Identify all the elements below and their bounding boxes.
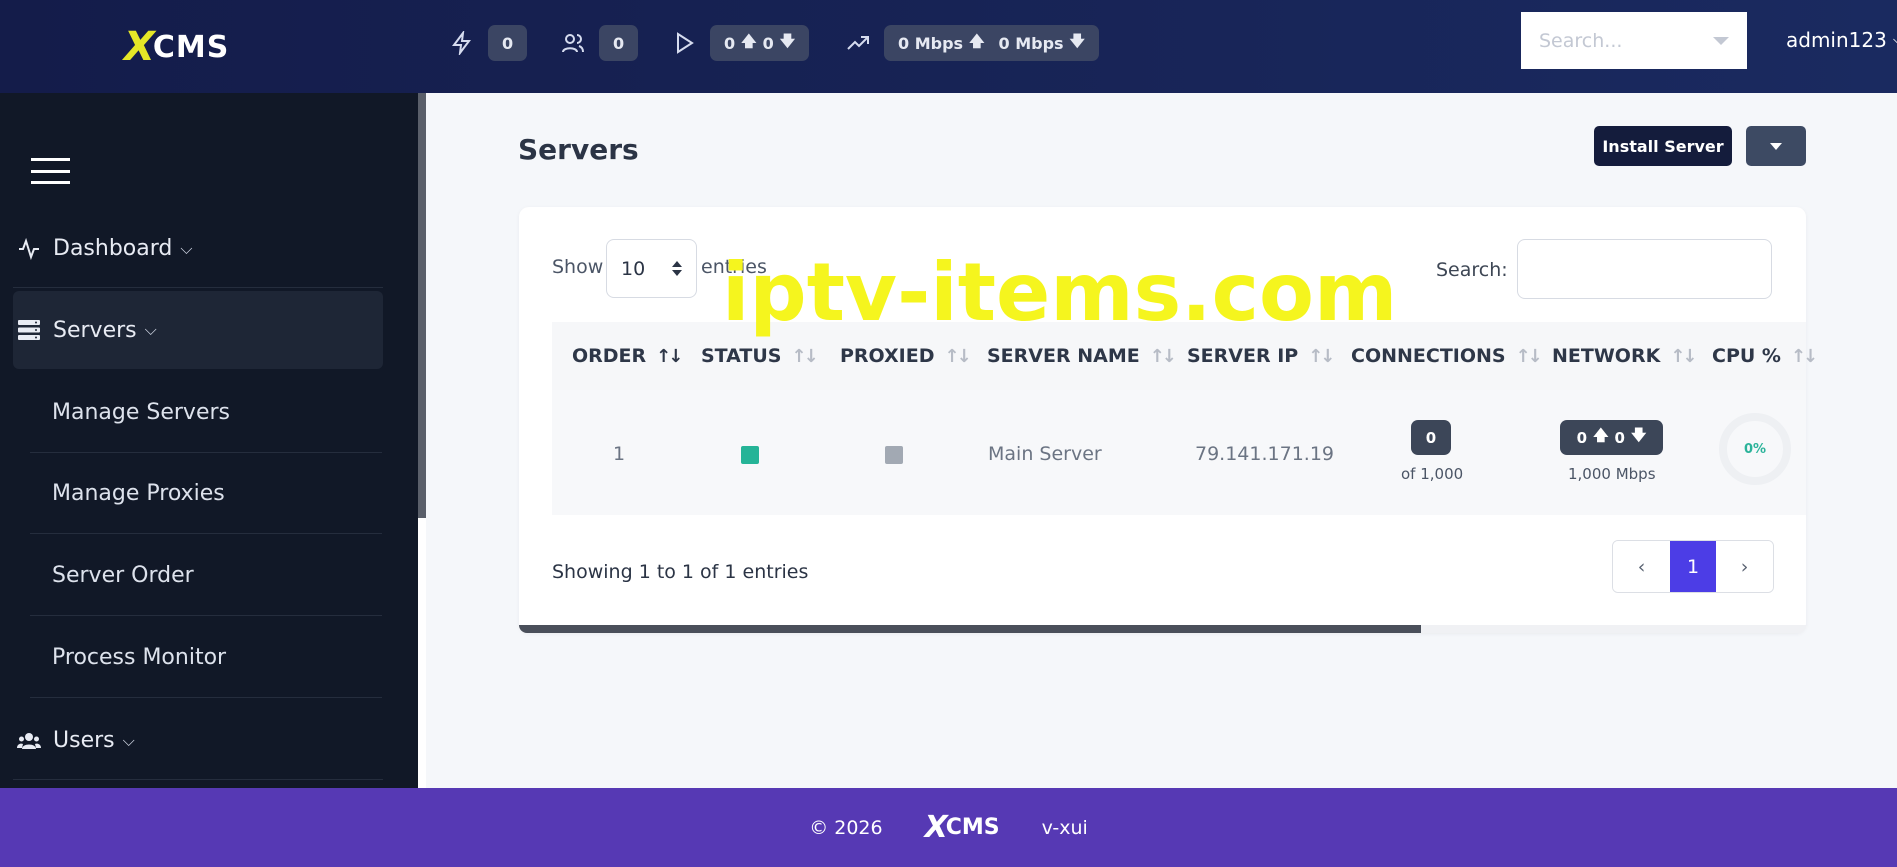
column-order[interactable]: ORDER ↑↓ [572,345,683,367]
play-icon [677,32,694,54]
cell-server-ip: 79.141.171.19 [1195,443,1335,465]
pagination-page-1[interactable]: 1 [1670,541,1716,592]
sort-icon: ↑↓ [1308,345,1335,367]
top-navbar: X CMS 0 0 0 🡅 0 🡇 0 Mbps 🡅 0 Mbps 🡇 Search..… [0,0,1897,93]
sort-icon: ↑↓ [1149,345,1177,367]
network-capacity: 1,000 Mbps [1568,465,1656,483]
sort-icon: ↑↓ [944,345,972,367]
username: admin123 [1786,28,1887,52]
logo-cms: CMS [152,29,230,65]
cell-order: 1 [613,443,626,465]
sort-icon: ↑↓ [791,345,818,367]
footer-version: v-xui [1041,816,1088,839]
column-network[interactable]: NETWORK ↑↓ [1552,345,1698,367]
scrollbar-thumb[interactable] [418,93,426,518]
cell-server-name[interactable]: Main Server [988,443,1102,465]
cpu-gauge: 0% [1719,413,1791,485]
column-status[interactable]: STATUS ↑↓ [701,345,819,367]
chevron-down-icon: ⌵ [1893,30,1897,50]
sidebar-subitem-manage-servers[interactable]: Manage Servers [30,372,382,453]
table-search-label: Search: [1436,259,1508,281]
sort-icon: ↑↓ [1670,345,1697,367]
column-server-ip[interactable]: SERVER IP ↑↓ [1187,345,1335,367]
stat-requests-value: 0 [488,25,528,61]
entries-value: 10 [621,257,646,280]
stat-bandwidth[interactable]: 0 Mbps 🡅 0 Mbps 🡇 [846,25,1099,61]
stat-users-value: 0 [599,25,639,61]
arrow-up-icon: 🡅 [1593,426,1609,444]
sidebar-subitem-server-order[interactable]: Server Order [30,535,382,616]
sidebar-item-label: Dashboard [53,236,173,261]
arrow-down-icon: 🡇 [1069,31,1085,50]
proxied-indicator [885,446,903,464]
watermark: iptv-items.com [722,246,1398,339]
lightning-icon [452,31,471,55]
caret-down-icon [1770,142,1782,150]
scrollbar-thumb[interactable] [519,625,1421,633]
options-dropdown-button[interactable] [1746,126,1806,166]
column-server-name[interactable]: SERVER NAME ↑↓ [987,345,1177,367]
connections-badge: 0 [1411,420,1451,455]
footer-copyright: © 2026 [809,816,883,839]
column-connections[interactable]: CONNECTIONS ↑↓ [1351,345,1543,367]
sidebar-item-label: Servers [53,317,137,343]
sidebar-scrollbar[interactable] [418,93,426,788]
entries-per-page-select[interactable]: 10 [606,239,697,298]
show-label: Show [552,256,604,278]
arrow-down-icon: 🡇 [779,31,796,50]
server-icon [13,318,45,342]
menu-toggle-icon[interactable] [31,158,70,184]
trending-icon [847,36,869,50]
users-icon [13,729,45,753]
stat-streams[interactable]: 0 🡅 0 🡇 [672,25,810,61]
sort-icon: ↑↓ [656,345,683,367]
stat-streams-value: 0 🡅 0 🡇 [710,25,810,61]
sort-icon: ↑↓ [1790,345,1818,367]
horizontal-scrollbar[interactable] [519,625,1806,633]
chevron-down-icon: ⌵ [180,238,193,258]
sidebar-subitem-process-monitor[interactable]: Process Monitor [30,617,382,698]
page-title: Servers [518,133,639,166]
users-icon [562,34,584,53]
sidebar-item-users[interactable]: Users ⌵ [13,702,383,780]
footer-logo: X CMS [924,810,1000,845]
table-search-input[interactable] [1517,239,1772,299]
stat-users[interactable]: 0 [561,25,639,61]
connections-limit: of 1,000 [1401,465,1464,483]
user-menu[interactable]: admin123 ⌵ [1786,28,1897,52]
install-server-button[interactable]: Install Server [1594,126,1732,166]
footer: © 2026 X CMS v-xui [0,788,1897,867]
search-placeholder: Search... [1539,29,1623,52]
table-info: Showing 1 to 1 of 1 entries [552,561,809,583]
logo[interactable]: X CMS [124,24,229,70]
sidebar-subitem-manage-proxies[interactable]: Manage Proxies [30,453,382,534]
activity-icon [13,237,45,261]
global-search-select[interactable]: Search... [1521,12,1747,69]
column-cpu[interactable]: CPU % ↑↓ [1712,345,1818,367]
status-indicator [741,446,759,464]
arrow-up-icon: 🡅 [969,31,985,50]
chevron-down-icon: ⌵ [144,320,157,339]
sidebar-item-label: Users [53,728,115,753]
logo-x: X [124,24,155,70]
pagination-prev-button[interactable]: ‹ [1613,541,1670,592]
network-badge: 0 🡅 0 🡇 [1560,420,1663,455]
arrow-up-icon: 🡅 [741,31,757,50]
select-arrows-icon [672,261,682,276]
arrow-down-icon: 🡇 [1630,426,1647,444]
stat-bandwidth-value: 0 Mbps 🡅 0 Mbps 🡇 [884,25,1099,61]
column-proxied[interactable]: PROXIED ↑↓ [840,345,972,367]
stat-requests[interactable]: 0 [450,25,528,61]
chevron-down-icon [1713,36,1729,45]
pagination: ‹ 1 › [1612,540,1774,593]
sort-icon: ↑↓ [1515,345,1543,367]
pagination-next-button[interactable]: › [1716,541,1773,592]
sidebar-item-dashboard[interactable]: Dashboard ⌵ [13,210,383,288]
sidebar-item-servers[interactable]: Servers ⌵ [13,291,383,369]
chevron-down-icon: ⌵ [122,730,135,750]
